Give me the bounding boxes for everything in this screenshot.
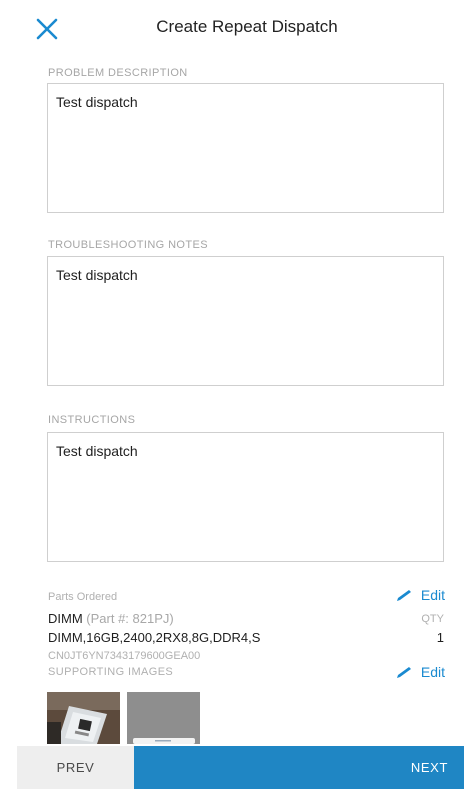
part-serial: CN0JT6YN7343179600GEA00	[48, 650, 201, 662]
part-name: DIMM	[48, 611, 83, 626]
prev-button[interactable]: PREV	[17, 746, 134, 789]
photo-image	[47, 692, 120, 744]
footer-bar: PREV NEXT	[0, 746, 464, 789]
supporting-image-thumbnail[interactable]	[127, 692, 200, 744]
instructions-field[interactable]	[47, 432, 444, 562]
images-edit-button[interactable]: Edit	[395, 664, 445, 680]
troubleshooting-notes-field[interactable]	[47, 256, 444, 386]
problem-description-label: PROBLEM DESCRIPTION	[48, 67, 188, 79]
parts-edit-button[interactable]: Edit	[395, 587, 445, 603]
qty-label: QTY	[421, 613, 444, 625]
supporting-image-thumbnail[interactable]	[47, 692, 120, 744]
pencil-icon	[396, 667, 411, 678]
problem-description-field[interactable]	[47, 83, 444, 213]
parts-ordered-label: Parts Ordered	[48, 591, 118, 603]
parts-edit-label: Edit	[420, 587, 445, 603]
photo-image	[127, 692, 200, 744]
images-edit-label: Edit	[420, 664, 445, 680]
page-title: Create Repeat Dispatch	[156, 17, 338, 36]
supporting-images-label: SUPPORTING IMAGES	[48, 666, 174, 678]
next-button[interactable]: NEXT	[134, 746, 464, 789]
pencil-icon	[396, 590, 411, 601]
part-number: (Part #: 821PJ)	[86, 611, 174, 626]
part-qty-value: 1	[436, 630, 444, 645]
instructions-label: INSTRUCTIONS	[48, 414, 136, 426]
part-description: DIMM,16GB,2400,2RX8,8G,DDR4,S	[48, 630, 261, 645]
troubleshooting-notes-label: TROUBLESHOOTING NOTES	[48, 239, 208, 251]
header-bar: Create Repeat Dispatch	[0, 0, 464, 56]
part-name-line: DIMM (Part #: 821PJ)	[48, 611, 174, 626]
